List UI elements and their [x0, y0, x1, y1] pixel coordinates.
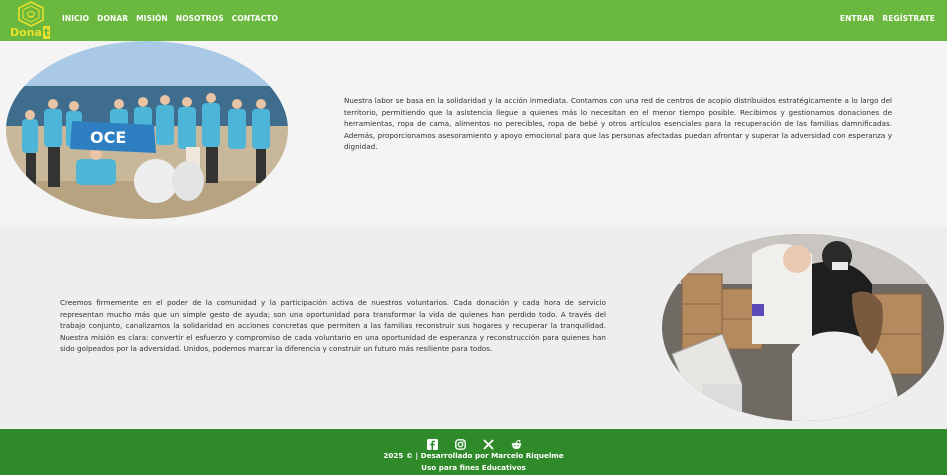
svg-text:OCE: OCE: [90, 128, 126, 147]
section-comunidad-text: Creemos firmemente en el poder de la com…: [60, 298, 606, 354]
navbar: Dona t INICIO DONAR MISIÓN NOSOTROS CONTA…: [0, 0, 947, 41]
login-link[interactable]: ENTRAR: [840, 14, 874, 23]
volunteers-boxes-photo: [662, 234, 944, 421]
nav-link-contacto[interactable]: CONTACTO: [232, 14, 278, 23]
nav-link-inicio[interactable]: INICIO: [62, 14, 89, 23]
footer-credits: 2025 © | Desarrollado por Marcelo Riquel…: [383, 451, 564, 460]
section-labor: OCE Nuestra labor se basa en la solidari…: [0, 41, 947, 227]
reddit-icon[interactable]: [511, 435, 522, 449]
instagram-icon[interactable]: [455, 435, 466, 450]
footer-disclaimer: Uso para fines Educativos: [421, 463, 526, 472]
brand-logo[interactable]: Dona t: [10, 1, 52, 39]
brand-name-accent: t: [42, 26, 51, 39]
volunteers-beach-photo: OCE: [6, 41, 288, 219]
footer: 2025 © | Desarrollado por Marcelo Riquel…: [0, 429, 947, 475]
facebook-icon[interactable]: [427, 435, 438, 450]
auth-nav: ENTRAR REGÍSTRATE: [840, 14, 935, 23]
x-icon[interactable]: [483, 435, 494, 450]
brand-name-main: Dona: [10, 26, 42, 39]
nav-link-nosotros[interactable]: NOSOTROS: [176, 14, 224, 23]
section-comunidad: Creemos firmemente en el poder de la com…: [0, 227, 947, 429]
social-links: [427, 435, 522, 450]
logo-hexagon-icon: [18, 1, 44, 27]
section-labor-text: Nuestra labor se basa en la solidaridad …: [344, 96, 892, 152]
nav-link-donar[interactable]: DONAR: [97, 14, 128, 23]
register-link[interactable]: REGÍSTRATE: [882, 14, 935, 23]
nav-link-mision[interactable]: MISIÓN: [136, 14, 168, 23]
brand-name: Dona t: [10, 26, 52, 39]
main-nav: INICIO DONAR MISIÓN NOSOTROS CONTACTO: [62, 14, 278, 23]
